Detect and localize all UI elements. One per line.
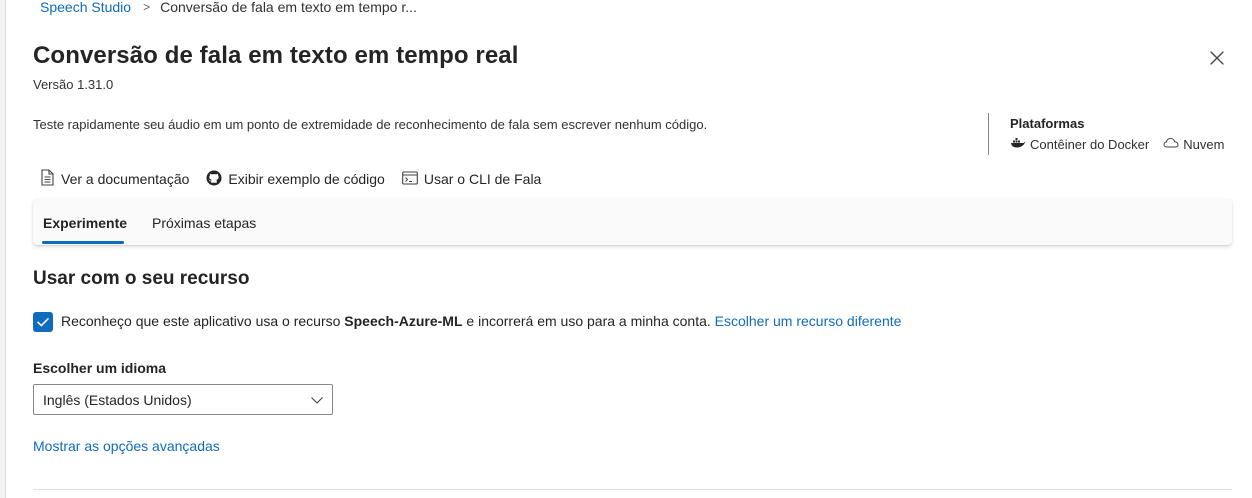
platform-cloud: Nuvem bbox=[1163, 137, 1224, 152]
code-sample-link[interactable]: Exibir exemplo de código bbox=[206, 170, 385, 189]
page-title: Conversão de fala em texto em tempo real bbox=[33, 42, 519, 69]
docker-icon bbox=[1010, 137, 1026, 152]
window-left-edge bbox=[0, 0, 6, 498]
consent-suffix: e incorrerá em uso para a minha conta. bbox=[462, 313, 715, 329]
chevron-down-icon bbox=[310, 393, 324, 411]
speech-cli-link-label: Usar o CLI de Fala bbox=[423, 171, 542, 187]
resource-section-title: Usar com o seu recurso bbox=[33, 268, 250, 289]
tab-experimente[interactable]: Experimente bbox=[43, 215, 127, 231]
document-icon bbox=[40, 169, 55, 189]
platform-docker: Contêiner do Docker bbox=[1010, 137, 1149, 152]
breadcrumb-speech-studio-link[interactable]: Speech Studio bbox=[40, 0, 131, 15]
platforms-panel: Plataformas Contêiner do Docker Nuvem bbox=[988, 113, 1224, 155]
breadcrumb-current-page: Conversão de fala em texto em tempo r... bbox=[160, 0, 417, 15]
platforms-title: Plataformas bbox=[1010, 116, 1085, 131]
documentation-link-label: Ver a documentação bbox=[61, 171, 190, 187]
consent-checkbox[interactable] bbox=[33, 312, 53, 332]
checkmark-icon bbox=[37, 318, 49, 327]
tab-bar: Experimente Próximas etapas bbox=[33, 199, 1232, 245]
consent-prefix: Reconheço que este aplicativo usa o recu… bbox=[61, 313, 345, 329]
description-text: Teste rapidamente seu áudio em um ponto … bbox=[33, 117, 708, 132]
language-dropdown[interactable]: Inglês (Estados Unidos) bbox=[33, 384, 333, 415]
section-divider bbox=[33, 489, 1232, 490]
close-icon[interactable] bbox=[1206, 47, 1228, 69]
action-links: Ver a documentação Exibir exemplo de cód… bbox=[40, 169, 558, 189]
speech-cli-link[interactable]: Usar o CLI de Fala bbox=[401, 170, 542, 188]
code-sample-link-label: Exibir exemplo de código bbox=[228, 171, 385, 187]
cloud-icon bbox=[1163, 137, 1179, 152]
breadcrumb-separator: > bbox=[143, 0, 151, 14]
documentation-link[interactable]: Ver a documentação bbox=[40, 169, 189, 189]
terminal-icon bbox=[401, 170, 418, 188]
platform-docker-label: Contêiner do Docker bbox=[1030, 137, 1150, 152]
consent-text: Reconheço que este aplicativo usa o recu… bbox=[61, 313, 901, 329]
language-dropdown-value: Inglês (Estados Unidos) bbox=[43, 392, 192, 408]
choose-different-resource-link[interactable]: Escolher um recurso diferente bbox=[715, 313, 902, 329]
resource-name: Speech-Azure-ML bbox=[344, 313, 463, 329]
show-advanced-options-link[interactable]: Mostrar as opções avançadas bbox=[33, 438, 220, 454]
platform-cloud-label: Nuvem bbox=[1183, 137, 1225, 152]
github-icon bbox=[206, 170, 222, 189]
tab-proximas-etapas[interactable]: Próximas etapas bbox=[152, 215, 256, 231]
language-label: Escolher um idioma bbox=[33, 360, 167, 376]
active-tab-indicator bbox=[42, 241, 124, 244]
platform-list: Contêiner do Docker Nuvem bbox=[1010, 137, 1224, 152]
breadcrumb: Speech Studio > Conversão de fala em tex… bbox=[40, 0, 417, 16]
version-label: Versão 1.31.0 bbox=[33, 77, 114, 92]
